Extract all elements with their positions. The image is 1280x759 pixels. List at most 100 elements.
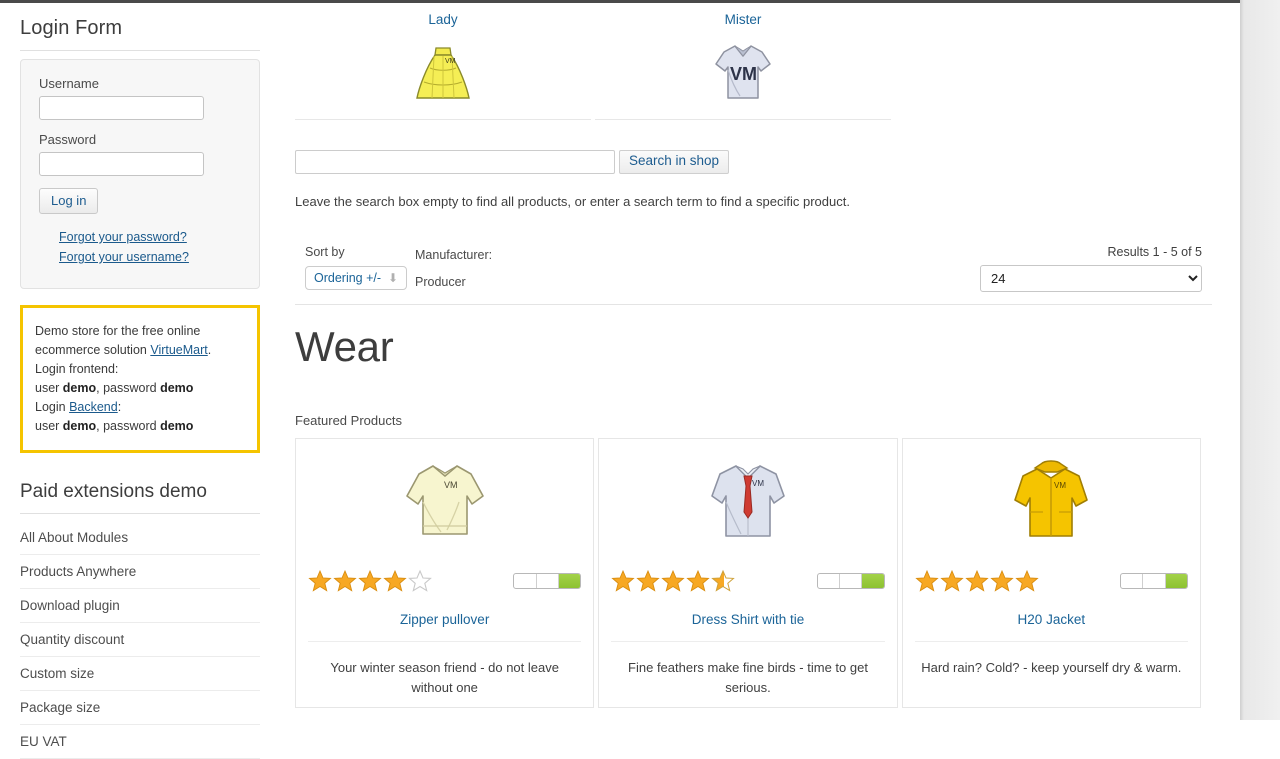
jacket-icon: VM: [915, 449, 1188, 554]
category-row: Lady VM Mister VM: [295, 3, 1195, 120]
search-in-shop-button[interactable]: Search in shop: [619, 150, 730, 174]
category-link-mister[interactable]: Mister: [725, 12, 762, 27]
dress-shirt-icon: VM: [611, 449, 884, 554]
stock-segment-filled: [862, 574, 884, 588]
product-name-link[interactable]: H20 Jacket: [914, 598, 1188, 642]
notice-pass-value: demo: [160, 381, 194, 395]
product-description: Hard rain? Cold? - keep yourself dry & w…: [921, 660, 1182, 675]
rating-row: [611, 564, 885, 598]
paid-extensions-title: Paid extensions demo: [20, 481, 260, 514]
results-per-page-select[interactable]: 24: [980, 265, 1202, 292]
notice-line-4: user demo, password demo: [35, 379, 243, 398]
notice-pass2-value: demo: [160, 419, 194, 433]
product-description: Fine feathers make fine birds - time to …: [628, 660, 868, 695]
forgot-password-link[interactable]: Forgot your password?: [59, 230, 241, 244]
star-icon-filled: [308, 569, 332, 592]
featured-products-label: Featured Products: [295, 413, 402, 428]
rating-row: [308, 564, 582, 598]
shop-search-row: Search in shop: [295, 150, 1205, 174]
category-cell-empty: [895, 11, 1191, 120]
results-count: Results 1 - 5 of 5: [1107, 245, 1203, 259]
rating-row: [915, 564, 1188, 598]
stock-segment-filled: [558, 574, 581, 588]
star-icon-filled: [383, 569, 407, 592]
category-cell-mister[interactable]: Mister VM: [595, 11, 891, 120]
sort-by-group: Sort by Ordering +/- ⬇: [305, 245, 408, 290]
pullover-icon: VM: [308, 449, 581, 554]
sidebar-item-eu-vat[interactable]: EU VAT: [20, 725, 260, 759]
stock-level-bar: [1119, 573, 1188, 589]
sidebar-item-all-about-modules[interactable]: All About Modules: [20, 514, 260, 555]
star-icon-filled: [611, 569, 635, 592]
star-icon-filled: [965, 569, 989, 592]
notice-user2-value: demo: [62, 419, 97, 433]
star-icon-filled: [990, 569, 1014, 592]
star-icon-filled: [915, 569, 939, 592]
page-title: Wear: [295, 323, 394, 370]
virtuemart-link[interactable]: VirtueMart: [150, 343, 207, 357]
password-label: Password: [39, 132, 97, 147]
stock-segment: [1143, 574, 1166, 588]
notice-line-1: Demo store for the free online: [35, 322, 243, 341]
star-rating: [308, 569, 432, 593]
login-button[interactable]: Log in: [39, 188, 99, 214]
svg-text:VM: VM: [730, 64, 757, 84]
demo-store-notice: Demo store for the free online ecommerce…: [20, 305, 260, 453]
category-link-lady[interactable]: Lady: [428, 12, 457, 27]
notice-text-a: Demo store for the free online: [35, 324, 201, 338]
chevron-down-icon: ⬇: [388, 271, 399, 285]
stock-segment: [840, 574, 863, 588]
product-grid: VM Zipper pullover Your winter season fr…: [295, 438, 1205, 708]
sidebar-item-products-anywhere[interactable]: Products Anywhere: [20, 555, 260, 589]
login-form-title: Login Form: [20, 17, 260, 51]
product-card[interactable]: VM Dress Shirt with tie Fine feathers ma…: [598, 438, 898, 708]
search-input[interactable]: [295, 150, 615, 174]
star-icon-filled: [333, 569, 357, 592]
main-content: Lady VM Mister VM Search in shop Leave t…: [280, 3, 1240, 720]
notice-line-2: ecommerce solution VirtueMart.: [35, 341, 243, 360]
notice-backend-post: :: [117, 400, 122, 414]
stock-segment: [818, 574, 840, 588]
star-rating: [611, 569, 736, 593]
paid-extensions-list: All About Modules Products Anywhere Down…: [20, 514, 260, 759]
notice-user2-pre: user: [35, 419, 63, 433]
manufacturer-label: Manufacturer:: [415, 248, 493, 262]
notice-pass2-mid: , password: [96, 419, 161, 433]
sidebar-item-custom-size[interactable]: Custom size: [20, 657, 260, 691]
star-rating: [915, 569, 1039, 593]
username-input[interactable]: [39, 96, 204, 120]
sort-by-label: Sort by: [305, 245, 345, 259]
forgot-username-link[interactable]: Forgot your username?: [59, 250, 241, 264]
notice-backend-pre: Login: [35, 400, 70, 414]
notice-user-pre: user: [35, 381, 63, 395]
product-card[interactable]: VM H20 Jacket Hard rain? Cold? - keep yo…: [901, 438, 1201, 708]
star-icon-filled: [358, 569, 382, 592]
stock-segment: [514, 574, 537, 588]
username-label: Username: [39, 76, 99, 91]
svg-text:VM: VM: [445, 58, 456, 65]
page-container: Login Form Username Password Log in Forg…: [0, 3, 1240, 759]
product-name-link[interactable]: Zipper pullover: [308, 598, 582, 642]
notice-line-5: Login Backend:: [35, 398, 243, 417]
star-icon-filled: [686, 569, 710, 592]
ordering-dropdown[interactable]: Ordering +/- ⬇: [305, 266, 408, 290]
notice-text-c: .: [207, 343, 212, 357]
manufacturer-group: Manufacturer: Producer: [415, 248, 492, 289]
skirt-icon: VM: [295, 37, 591, 109]
stock-segment-filled: [1165, 574, 1187, 588]
password-input[interactable]: [39, 152, 204, 176]
manufacturer-value[interactable]: Producer: [415, 275, 492, 289]
login-form: Username Password Log in Forgot your pas…: [20, 59, 260, 289]
login-help-links: Forgot your password? Forgot your userna…: [39, 230, 241, 264]
star-icon-filled: [661, 569, 685, 592]
search-hint-text: Leave the search box empty to find all p…: [295, 194, 850, 209]
stock-segment: [537, 574, 559, 588]
category-cell-lady[interactable]: Lady VM: [295, 11, 591, 120]
notice-line-3: Login frontend:: [35, 362, 119, 376]
product-name-link[interactable]: Dress Shirt with tie: [611, 598, 885, 642]
product-card[interactable]: VM Zipper pullover Your winter season fr…: [295, 438, 595, 708]
sidebar-item-download-plugin[interactable]: Download plugin: [20, 589, 260, 623]
notice-line-6: user demo, password demo: [35, 417, 243, 436]
backend-link[interactable]: Backend: [69, 400, 118, 414]
sidebar-item-quantity-discount[interactable]: Quantity discount: [20, 623, 260, 657]
